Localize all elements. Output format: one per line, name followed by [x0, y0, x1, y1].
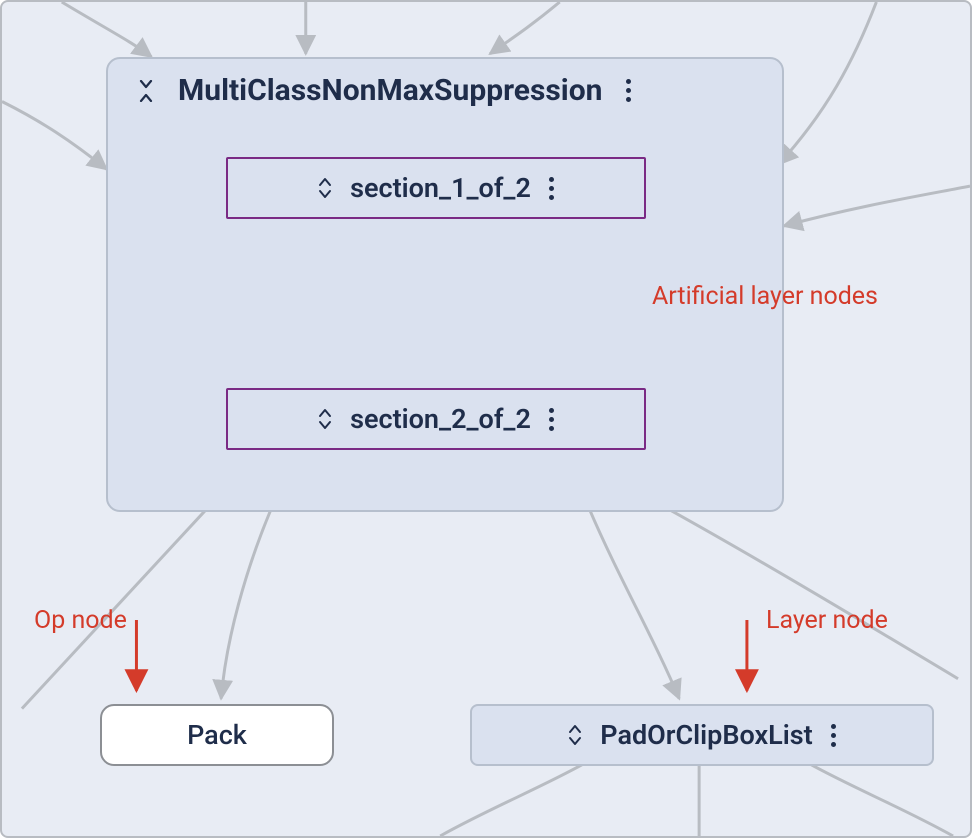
annotation-artificial-layer-nodes: Artificial layer nodes — [652, 282, 878, 311]
expand-icon[interactable] — [318, 177, 332, 199]
section-1-title: section_1_of_2 — [350, 172, 531, 204]
kebab-menu-icon[interactable] — [549, 408, 554, 431]
op-node-pack[interactable]: Pack — [100, 704, 334, 766]
expand-icon[interactable] — [318, 408, 332, 430]
section-node-1[interactable]: section_1_of_2 — [226, 157, 646, 219]
annotation-op-node: Op node — [34, 606, 127, 635]
section-node-2[interactable]: section_2_of_2 — [226, 388, 646, 450]
expand-icon[interactable] — [568, 724, 582, 746]
kebab-menu-icon[interactable] — [549, 177, 554, 200]
section-2-title: section_2_of_2 — [350, 403, 531, 435]
annotation-layer-node: Layer node — [766, 606, 888, 635]
layer-node-title: PadOrClipBoxList — [600, 719, 812, 751]
collapse-icon[interactable] — [138, 80, 154, 102]
layer-node-padorclipboxlist[interactable]: PadOrClipBoxList — [470, 704, 934, 766]
op-node-title: Pack — [187, 719, 247, 751]
kebab-menu-icon[interactable] — [626, 79, 631, 102]
kebab-menu-icon[interactable] — [831, 724, 836, 747]
group-title: MultiClassNonMaxSuppression — [178, 73, 602, 108]
graph-canvas: MultiClassNonMaxSuppression section_1_of… — [0, 0, 972, 838]
